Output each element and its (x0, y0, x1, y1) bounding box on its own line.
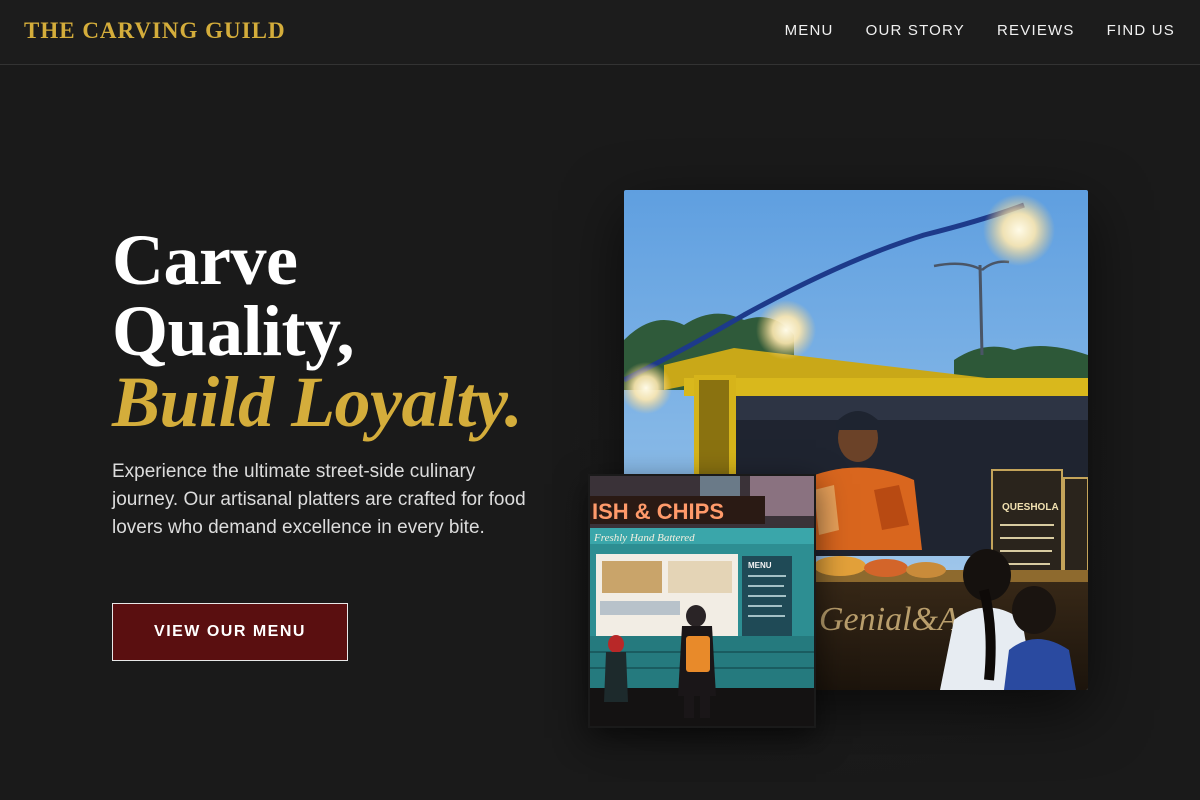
main-nav: MENU OUR STORY REVIEWS FIND US (785, 22, 1175, 39)
top-navigation-bar: THE CARVING GUILD MENU OUR STORY REVIEWS… (0, 0, 1200, 65)
inset-menu-text: MENU (748, 561, 772, 570)
nav-link-menu[interactable]: MENU (785, 22, 834, 39)
headline-line-2: Quality, (112, 291, 355, 371)
headline-accent: Build Loyalty. (112, 362, 523, 442)
nav-link-reviews[interactable]: REVIEWS (997, 22, 1075, 39)
view-menu-button[interactable]: VIEW OUR MENU (112, 603, 348, 661)
hero-copy: Carve Quality, Build Loyalty. Experience… (112, 220, 582, 542)
nav-link-our-story[interactable]: OUR STORY (866, 22, 965, 39)
truck-sign-text: Genial&A (819, 601, 959, 638)
headline-line-1: Carve (112, 220, 298, 300)
hero-description: Experience the ultimate street-side culi… (112, 461, 526, 538)
neon-sign-text: ISH & CHIPS (592, 499, 724, 524)
menu-board-text: QUESHOLA (1002, 502, 1059, 513)
hero-headline: Carve Quality, Build Loyalty. (112, 220, 582, 442)
brand-logo-link[interactable]: THE CARVING GUILD (24, 18, 286, 44)
fish-and-chips-truck-photo: ISH & CHIPS Freshly Hand Battered MENU (588, 474, 816, 728)
truck-subtitle-text: Freshly Hand Battered (593, 532, 695, 544)
nav-link-find-us[interactable]: FIND US (1107, 22, 1175, 39)
